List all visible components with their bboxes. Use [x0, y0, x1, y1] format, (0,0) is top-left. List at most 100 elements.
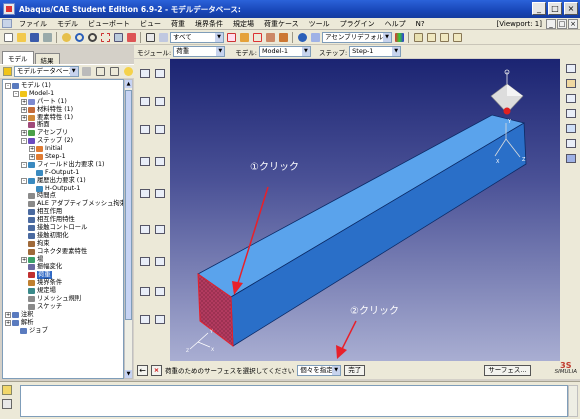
scroll-up-arrow-icon[interactable]: ▲ [125, 80, 132, 88]
tree-row[interactable]: 境界条件 [3, 279, 123, 287]
tree-row[interactable]: + Initial [3, 145, 123, 153]
expand-icon[interactable]: + [21, 106, 27, 113]
surface-manager-icon[interactable] [153, 255, 166, 267]
menu-load-case[interactable]: 荷重ケース [259, 19, 304, 29]
create-load-icon[interactable] [138, 67, 151, 79]
menu-view[interactable]: ビュー [135, 19, 166, 29]
viewport-restore-button[interactable]: □ [557, 19, 567, 29]
new-file-icon[interactable] [2, 31, 14, 43]
select-from-viewport-icon[interactable] [225, 31, 237, 43]
remove-selected-icon[interactable] [564, 107, 577, 119]
selection-filter-select[interactable]: すべて [170, 31, 224, 43]
menu-tools[interactable]: ツール [304, 19, 335, 29]
iso-view-icon[interactable] [412, 31, 424, 43]
selection-method-select[interactable]: 個々を指定 [297, 364, 342, 376]
rotate-icon[interactable] [73, 31, 85, 43]
menu-predefined-field[interactable]: 規定場 [228, 19, 259, 29]
color-code-icon[interactable] [393, 31, 405, 43]
expand-icon[interactable]: + [29, 146, 35, 153]
close-button[interactable]: × [564, 2, 578, 15]
tree-expand-icon[interactable] [95, 66, 107, 78]
tree-row[interactable]: 振幅変化 [3, 263, 123, 271]
menu-file[interactable]: ファイル [14, 19, 52, 29]
auto-fit-icon[interactable] [112, 31, 124, 43]
front-view-icon[interactable] [425, 31, 437, 43]
tree-row[interactable]: H-Output-1 [3, 185, 123, 193]
viewport-minimize-button[interactable]: _ [546, 19, 556, 29]
create-amplitude-icon[interactable] [138, 187, 151, 199]
expand-icon[interactable]: + [5, 319, 11, 326]
cancel-x-button[interactable]: × [151, 364, 162, 376]
tab-results[interactable]: 結果 [34, 53, 60, 65]
replace-all-icon[interactable] [564, 122, 577, 134]
expand-icon[interactable]: + [21, 256, 27, 263]
message-icon[interactable] [2, 385, 12, 395]
tree-collapse-icon[interactable] [108, 66, 120, 78]
box-zoom-icon[interactable] [99, 31, 111, 43]
maximize-button[interactable]: □ [548, 2, 562, 15]
select-faces-icon[interactable] [238, 31, 250, 43]
minimize-button[interactable]: _ [532, 2, 546, 15]
save-icon[interactable] [28, 31, 40, 43]
create-set-icon[interactable] [138, 285, 151, 297]
viewport[interactable]: X Z Y Y Z X ①クリック ②クリック [170, 59, 560, 361]
assembly-display-select[interactable]: アセンブリデフォルト [322, 31, 392, 43]
viewport-close-button[interactable]: × [568, 19, 578, 29]
create-field-icon[interactable] [138, 123, 151, 135]
surfaces-button[interactable]: サーフェス... [484, 364, 531, 376]
tree-row[interactable]: + 解析 [3, 319, 123, 327]
create-surface-icon[interactable] [138, 255, 151, 267]
module-select[interactable]: 荷重 [173, 46, 226, 57]
selection-options-icon[interactable] [157, 31, 169, 43]
select-vertices-icon[interactable] [264, 31, 276, 43]
top-view-icon[interactable] [438, 31, 450, 43]
back-arrow-button[interactable]: ← [137, 364, 148, 376]
expand-icon[interactable]: + [21, 98, 27, 105]
tree-row[interactable]: 相互作用特性 [3, 216, 123, 224]
shaded-icon[interactable] [564, 152, 577, 164]
menu-viewport[interactable]: ビューポート [83, 19, 135, 29]
print-icon[interactable] [41, 31, 53, 43]
tree-row[interactable]: ALE アダプティブメッシュ拘束 [3, 200, 123, 208]
tree-row[interactable]: 荷重 [3, 271, 123, 280]
amplitude-manager-icon[interactable] [153, 187, 166, 199]
load-case-manager-icon[interactable] [153, 155, 166, 167]
tree-row[interactable]: 接触コントロール [3, 224, 123, 232]
tree-row[interactable]: 接触初期化 [3, 232, 123, 240]
field-manager-icon[interactable] [153, 123, 166, 135]
tree-row[interactable]: ジョブ [3, 327, 123, 335]
tree-row[interactable]: 拘束 [3, 240, 123, 248]
create-load-case-icon[interactable] [138, 155, 151, 167]
tree-row[interactable]: - フィールド出力要求 (1) [3, 161, 123, 169]
tree-row[interactable]: - 履歴出力要求 (1) [3, 177, 123, 185]
pan-icon[interactable] [60, 31, 72, 43]
set-manager-icon[interactable] [153, 285, 166, 297]
command-line-icon[interactable] [2, 399, 12, 409]
tree-row[interactable]: - モデル (1) [3, 82, 123, 90]
render-style-icon[interactable] [564, 137, 577, 149]
tab-model[interactable]: モデル [2, 51, 34, 64]
scroll-down-arrow-icon[interactable]: ▼ [125, 370, 132, 378]
collapse-icon[interactable]: - [21, 138, 27, 145]
magnify-icon[interactable] [86, 31, 98, 43]
csys-icon[interactable] [138, 313, 151, 325]
partition-icon[interactable] [138, 223, 151, 235]
assembly-display-icon[interactable] [309, 31, 321, 43]
tree-row[interactable]: + Step-1 [3, 153, 123, 161]
message-box[interactable] [20, 385, 568, 417]
tree-source-select[interactable]: モデルデータベース [13, 66, 79, 77]
menu-plugins[interactable]: プラグイン [335, 19, 380, 29]
load-manager-icon[interactable] [153, 67, 166, 79]
tree-row[interactable]: + 注釈 [3, 311, 123, 319]
collapse-icon[interactable]: - [21, 161, 27, 168]
expand-icon[interactable]: + [21, 114, 27, 121]
tree-row[interactable]: コネクタ要素特性 [3, 248, 123, 256]
tree-tips-icon[interactable] [122, 66, 134, 78]
tree-row[interactable]: スケッチ [3, 303, 123, 311]
tree-scrollbar[interactable]: ▲ ▼ [124, 79, 133, 379]
query-info-icon[interactable] [296, 31, 308, 43]
tree-row[interactable]: + 場 [3, 256, 123, 264]
collapse-icon[interactable]: - [13, 90, 19, 97]
tree-row[interactable]: + パート (1) [3, 98, 123, 106]
select-cells-icon[interactable] [277, 31, 289, 43]
